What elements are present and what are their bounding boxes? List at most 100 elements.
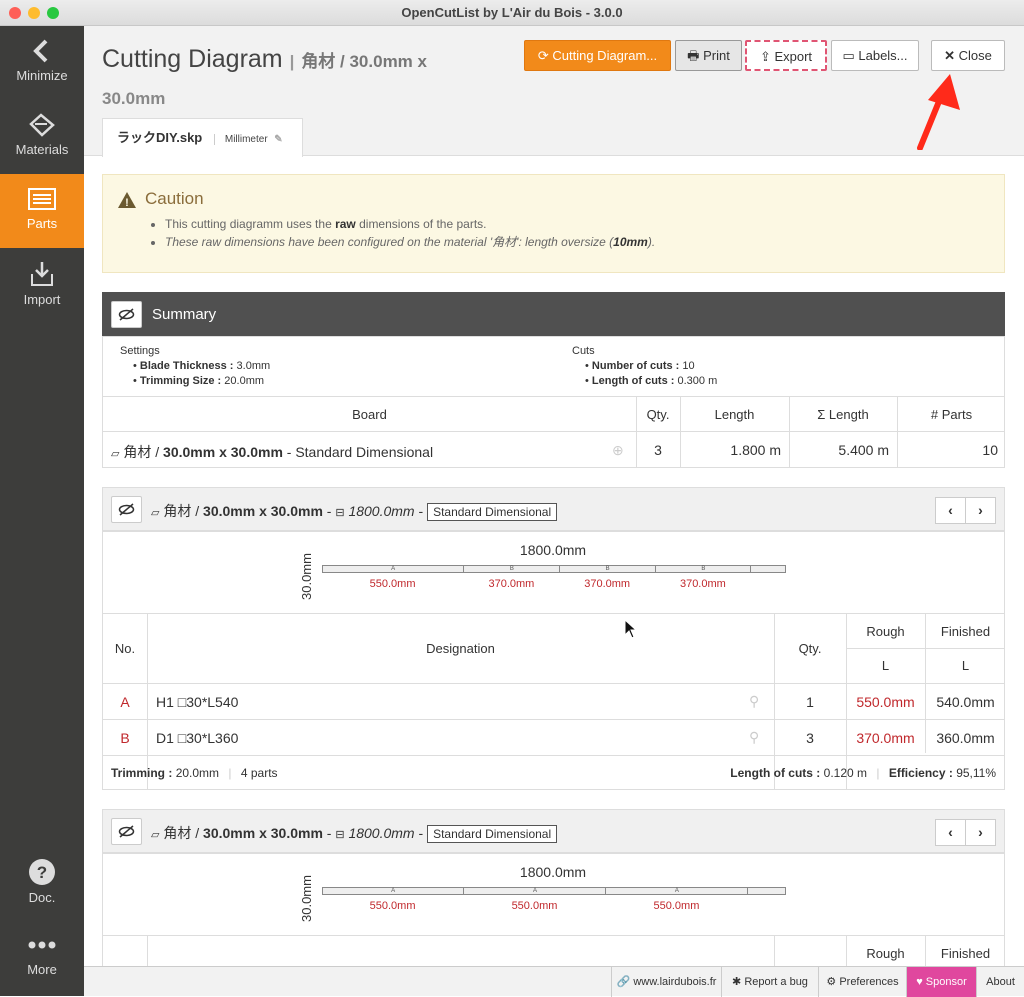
- row-rough: 550.0mm: [856, 694, 915, 710]
- website-link[interactable]: 🔗 www.lairdubois.fr: [611, 967, 721, 997]
- row-length: 1.800 m: [730, 442, 781, 458]
- tab-file-name: ラックDIY.skp: [117, 130, 203, 145]
- cut-segment-label: 370.0mm: [488, 578, 535, 590]
- row-designation: H1 □30*L540: [156, 694, 239, 710]
- sidebar-item-more[interactable]: More: [0, 920, 84, 994]
- board1-prev-button[interactable]: ‹: [935, 497, 966, 524]
- table-row-board[interactable]: ▱ 角材 / 30.0mm x 30.0mm - Standard Dimens…: [111, 442, 433, 462]
- row-finished: 540.0mm: [936, 694, 995, 710]
- cut-segment[interactable]: B: [656, 566, 752, 572]
- board2-prev-button[interactable]: ‹: [935, 819, 966, 846]
- sidebar-item-materials[interactable]: Materials: [0, 100, 84, 174]
- list-icon: [28, 188, 56, 210]
- export-button[interactable]: ⇪ Export: [745, 40, 827, 71]
- cut-segment-label: 550.0mm: [511, 900, 558, 912]
- row-parts: 10: [982, 442, 998, 458]
- board2-header: ▱ 角材 / 30.0mm x 30.0mm - ⊟ 1800.0mm - St…: [102, 809, 1005, 853]
- sidebar-item-import[interactable]: Import: [0, 248, 84, 322]
- toggle-visibility-button[interactable]: [111, 301, 142, 328]
- close-window-control[interactable]: [9, 7, 21, 19]
- search-icon[interactable]: ⚲: [749, 729, 759, 746]
- cut-segment[interactable]: A: [323, 566, 465, 572]
- page-title: Cutting Diagram | 角材 / 30.0mm x 30.0mm: [102, 45, 427, 108]
- plus-circle-icon[interactable]: ⊕: [612, 442, 624, 459]
- preferences-button[interactable]: ⚙ Preferences: [818, 967, 906, 997]
- cuts-label: Cuts: [572, 345, 595, 357]
- board1-next-button[interactable]: ›: [965, 497, 996, 524]
- summary-table: Board Qty. Length Σ Length # Parts ▱ 角材 …: [102, 396, 1005, 468]
- close-button[interactable]: ✕ Close: [931, 40, 1005, 71]
- cutting-diagram-label: Cutting Diagram...: [552, 48, 658, 63]
- board2-type-tag: Standard Dimensional: [427, 825, 558, 844]
- row-no: A: [120, 694, 130, 710]
- search-icon[interactable]: ⚲: [749, 693, 759, 710]
- warning-icon: !: [118, 192, 136, 209]
- cut-segment[interactable]: A: [465, 888, 607, 894]
- header-designation: Designation: [426, 641, 495, 656]
- sidebar-label-minimize: Minimize: [16, 68, 68, 83]
- header: Cutting Diagram | 角材 / 30.0mm x 30.0mm ⟳…: [84, 26, 1024, 157]
- length-of-cuts: • Length of cuts : 0.300 m: [585, 375, 718, 387]
- about-button[interactable]: About: [976, 967, 1024, 997]
- bug-icon: ✱: [732, 976, 742, 988]
- summary-header: Summary: [102, 292, 1005, 336]
- pencil-icon[interactable]: ✎: [274, 134, 282, 145]
- tab-file[interactable]: ラックDIY.skp Millimeter ✎: [102, 118, 303, 157]
- labels-button[interactable]: ▭ Labels...: [831, 40, 919, 71]
- share-icon: ⇪: [759, 49, 771, 64]
- export-label: Export: [774, 49, 813, 64]
- board1-type-tag: Standard Dimensional: [427, 503, 558, 522]
- board2-title: ▱ 角材 / 30.0mm x 30.0mm - ⊟ 1800.0mm - St…: [151, 823, 558, 844]
- header-qty: Qty.: [646, 407, 670, 422]
- header-finished-l: L: [961, 658, 970, 673]
- board1-diagram: 1800.0mm 30.0mm ABBB 550.0mm 370.0mm 370.0…: [102, 531, 1005, 614]
- chevron-left-icon: ‹: [948, 502, 953, 518]
- main-content: Cutting Diagram | 角材 / 30.0mm x 30.0mm ⟳…: [84, 26, 1024, 970]
- board1-bar[interactable]: ABBB: [322, 565, 786, 573]
- board1-toggle-button[interactable]: [111, 496, 142, 523]
- board1-stats: Length of cuts : 0.120 m | Efficiency : …: [730, 766, 996, 780]
- report-bug-button[interactable]: ✱ Report a bug: [721, 967, 818, 997]
- print-label: Print: [703, 48, 730, 63]
- header-sum-length: Σ Length: [817, 407, 869, 422]
- zoom-window-control[interactable]: [47, 7, 59, 19]
- sidebar-item-parts[interactable]: Parts: [0, 174, 84, 248]
- board2-next-button[interactable]: ›: [965, 819, 996, 846]
- header-no: No.: [114, 641, 136, 656]
- header-rough: Rough: [866, 624, 905, 639]
- board-icon: ▱: [151, 507, 160, 519]
- caution-title: Caution: [145, 189, 204, 208]
- svg-text:!: !: [125, 197, 129, 209]
- paint-bucket-icon: [29, 113, 55, 137]
- sponsor-button[interactable]: ♥ Sponsor: [906, 967, 976, 997]
- board2-diagram: 1800.0mm 30.0mm AAA 550.0mm 550.0mm 550.0m…: [102, 853, 1005, 936]
- print-button[interactable]: 🖶 Print: [675, 40, 742, 71]
- blade-thickness: • Blade Thickness : 3.0mm: [133, 360, 271, 372]
- board1-title: ▱ 角材 / 30.0mm x 30.0mm - ⊟ 1800.0mm - St…: [151, 501, 558, 522]
- row-finished: 360.0mm: [936, 730, 995, 746]
- board2-length-label: 1800.0mm: [519, 864, 587, 880]
- label-icon: ▭: [842, 48, 855, 63]
- cut-segment[interactable]: A: [323, 888, 465, 894]
- cut-segment[interactable]: B: [465, 566, 560, 572]
- sidebar-label-import: Import: [23, 292, 61, 307]
- more-dots-icon: [28, 941, 56, 949]
- sidebar-label-more: More: [27, 962, 57, 977]
- minimize-window-control[interactable]: [28, 7, 40, 19]
- eye-slash-icon: [118, 825, 135, 838]
- cutting-diagram-button[interactable]: ⟳ Cutting Diagram...: [524, 40, 671, 71]
- summary-title: Summary: [152, 306, 217, 323]
- sidebar-label-parts: Parts: [26, 216, 58, 231]
- sidebar-item-minimize[interactable]: Minimize: [0, 26, 84, 100]
- import-icon: [31, 262, 53, 286]
- settings-label: Settings: [120, 345, 160, 357]
- cut-segment[interactable]: B: [561, 566, 656, 572]
- link-icon: 🔗: [616, 976, 631, 988]
- sidebar-item-doc[interactable]: ? Doc.: [0, 846, 84, 920]
- cut-segment[interactable]: A: [607, 888, 749, 894]
- board2-toggle-button[interactable]: [111, 818, 142, 845]
- row-rough: 370.0mm: [856, 730, 915, 746]
- refresh-icon: ⟳: [537, 48, 549, 63]
- header-rough-l: L: [881, 658, 890, 673]
- board2-bar[interactable]: AAA: [322, 887, 786, 895]
